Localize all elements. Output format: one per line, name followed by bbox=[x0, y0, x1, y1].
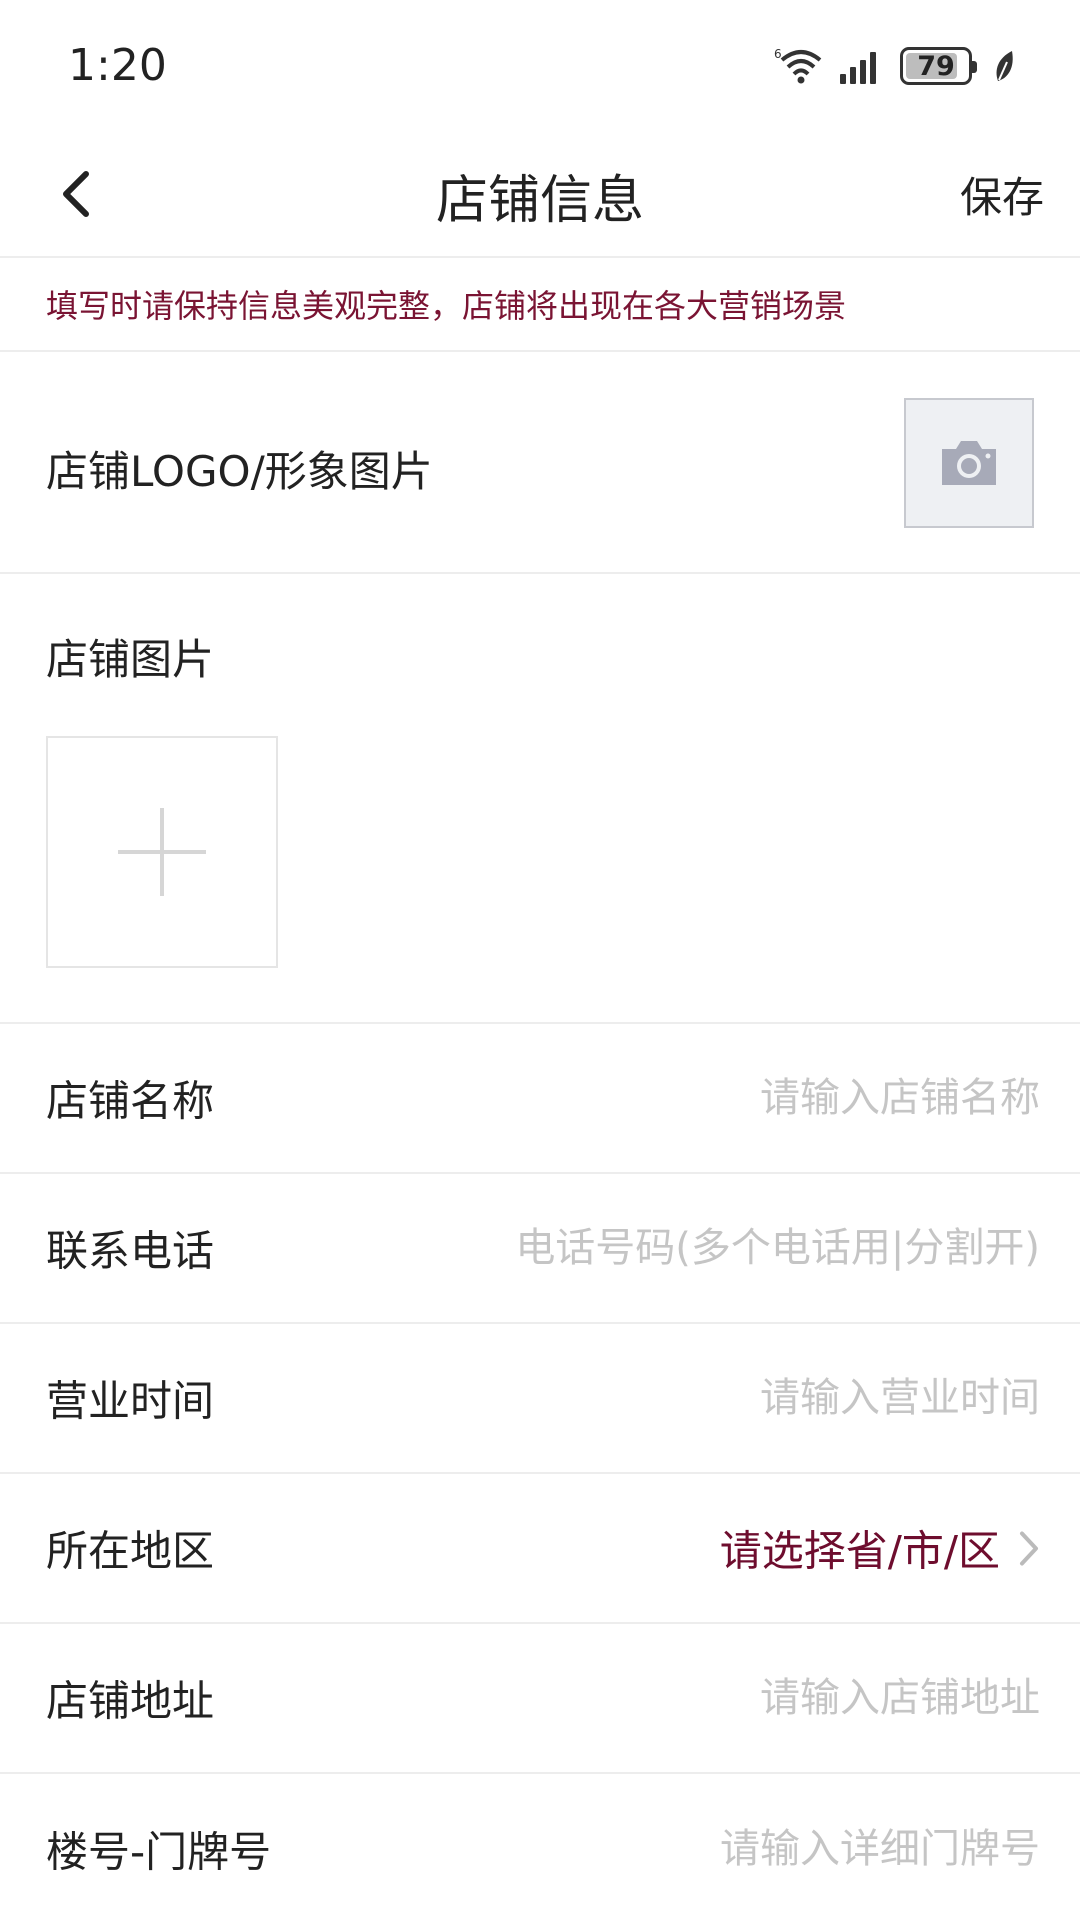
logo-upload-button[interactable] bbox=[904, 398, 1034, 528]
battery-icon: 79 bbox=[900, 47, 977, 85]
notice-banner: 填写时请保持信息美观完整，店铺将出现在各大营销场景 bbox=[0, 258, 1080, 352]
store-images-label: 店铺图片 bbox=[46, 635, 215, 684]
plus-icon bbox=[118, 808, 206, 896]
battery-cap bbox=[972, 61, 977, 73]
chevron-right-icon bbox=[1020, 1531, 1038, 1565]
status-bar: 1:20 6 79 bbox=[0, 0, 1080, 130]
header: 店铺信息 保存 bbox=[0, 130, 1080, 258]
wifi-icon: 6 bbox=[774, 47, 822, 84]
store-address-label: 店铺地址 bbox=[46, 1676, 215, 1726]
region-row[interactable]: 所在地区 请选择省/市/区 bbox=[0, 1474, 1080, 1624]
svg-text:6: 6 bbox=[774, 47, 782, 61]
add-image-button[interactable] bbox=[46, 736, 278, 968]
region-selector[interactable]: 请选择省/市/区 bbox=[720, 1518, 1040, 1579]
save-button[interactable]: 保存 bbox=[960, 164, 1044, 225]
status-time: 1:20 bbox=[68, 40, 167, 91]
store-address-row: 店铺地址 bbox=[0, 1624, 1080, 1774]
unit-number-input[interactable] bbox=[420, 1817, 1040, 1881]
store-name-input[interactable] bbox=[420, 1066, 1040, 1130]
region-value: 请选择省/市/区 bbox=[719, 1526, 1000, 1576]
logo-row: 店铺LOGO/形象图片 bbox=[0, 352, 1080, 574]
region-label: 所在地区 bbox=[46, 1526, 215, 1576]
leaf-icon bbox=[996, 51, 1013, 81]
logo-label: 店铺LOGO/形象图片 bbox=[46, 447, 433, 496]
status-icons: 6 79 bbox=[774, 44, 1018, 88]
business-hours-row: 营业时间 bbox=[0, 1324, 1080, 1474]
business-hours-input[interactable] bbox=[420, 1366, 1040, 1430]
unit-number-label: 楼号-门牌号 bbox=[46, 1827, 272, 1877]
screen: 1:20 6 79 店铺信息 保存 填写时请保持信息美观完整，店铺将出现在各大营… bbox=[0, 0, 1080, 1920]
store-images-section: 店铺图片 bbox=[0, 574, 1080, 1024]
phone-label: 联系电话 bbox=[46, 1226, 215, 1276]
unit-number-row: 楼号-门牌号 bbox=[0, 1774, 1080, 1920]
store-name-label: 店铺名称 bbox=[46, 1076, 215, 1126]
business-hours-label: 营业时间 bbox=[46, 1376, 215, 1426]
cellular-signal-icon bbox=[840, 52, 876, 84]
camera-icon bbox=[942, 441, 996, 485]
phone-input[interactable] bbox=[420, 1216, 1040, 1280]
page-title: 店铺信息 bbox=[435, 171, 644, 231]
phone-row: 联系电话 bbox=[0, 1174, 1080, 1324]
store-address-input[interactable] bbox=[420, 1666, 1040, 1730]
store-name-row: 店铺名称 bbox=[0, 1024, 1080, 1174]
battery-percent: 79 bbox=[917, 50, 955, 82]
